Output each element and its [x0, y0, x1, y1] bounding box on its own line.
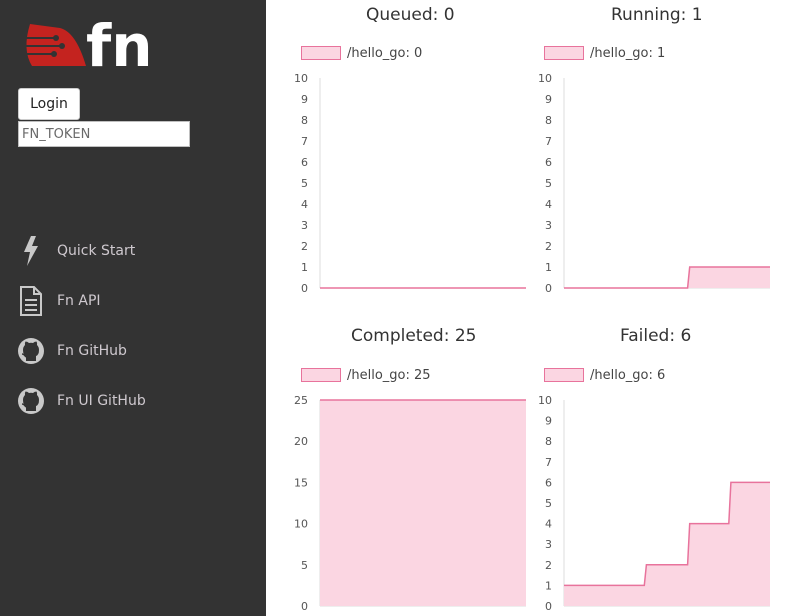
- chart-failed: 0 1 2 3 4 5 6 7 8 9 10: [538, 394, 770, 613]
- legend-swatch: [301, 368, 341, 382]
- chart-title-queued: Queued: 0: [366, 5, 455, 25]
- y-tick-label: 9: [545, 93, 552, 106]
- nav-label: Fn UI GitHub: [57, 393, 146, 409]
- y-tick-label: 9: [545, 415, 552, 428]
- lightning-icon: [16, 234, 46, 268]
- y-tick-label: 8: [545, 114, 552, 127]
- legend-swatch: [544, 46, 584, 60]
- chart-legend-running[interactable]: /hello_go: 1: [544, 45, 665, 61]
- y-tick-label: 2: [545, 559, 552, 572]
- logo-text: fn: [86, 14, 153, 70]
- login-button[interactable]: Login: [18, 88, 80, 120]
- series-area: [320, 400, 526, 606]
- legend-label: /hello_go: 6: [590, 367, 666, 383]
- sidebar: fn Login Quick Start Fn API: [0, 0, 266, 616]
- fn-logo-mark: [18, 24, 87, 66]
- y-tick-label: 2: [301, 240, 308, 253]
- chart-completed: 0 5 10 15 20 25: [294, 394, 526, 613]
- chart-legend-queued[interactable]: /hello_go: 0: [301, 45, 422, 61]
- github-icon: [16, 334, 46, 368]
- y-tick-label: 6: [545, 156, 552, 169]
- y-tick-label: 8: [301, 114, 308, 127]
- y-tick-label: 0: [301, 600, 308, 613]
- y-tick-label: 4: [545, 198, 552, 211]
- legend-label: /hello_go: 0: [347, 45, 423, 61]
- chart-legend-completed[interactable]: /hello_go: 25: [301, 367, 431, 383]
- y-tick-label: 5: [545, 497, 552, 510]
- chart-queued: 0 1 2 3 4 5 6 7 8 9 10: [294, 72, 526, 295]
- fn-logo[interactable]: fn: [16, 14, 156, 70]
- chart-running: 0 1 2 3 4 5 6 7 8 9 10: [538, 72, 770, 295]
- y-tick-label: 6: [301, 156, 308, 169]
- legend-label: /hello_go: 25: [347, 367, 431, 383]
- github-icon: [16, 384, 46, 418]
- y-tick-label: 2: [545, 240, 552, 253]
- y-tick-label: 15: [294, 476, 308, 489]
- y-tick-label: 9: [301, 93, 308, 106]
- y-tick-label: 7: [301, 135, 308, 148]
- y-tick-label: 20: [294, 435, 308, 448]
- legend-swatch: [301, 46, 341, 60]
- token-input[interactable]: [18, 121, 190, 147]
- nav-fn-api[interactable]: Fn API: [16, 281, 256, 321]
- nav-label: Fn GitHub: [57, 343, 127, 359]
- y-tick-label: 0: [545, 600, 552, 613]
- y-tick-label: 3: [545, 219, 552, 232]
- stats-panel: Queued: 0 /hello_go: 0 0 1 2 3 4 5 6 7 8 9 10 Runn…: [266, 0, 796, 616]
- y-tick-label: 5: [545, 177, 552, 190]
- nav-fn-ui-github[interactable]: Fn UI GitHub: [16, 381, 256, 421]
- y-tick-label: 0: [545, 282, 552, 295]
- nav-fn-github[interactable]: Fn GitHub: [16, 331, 256, 371]
- y-tick-label: 5: [301, 177, 308, 190]
- nav-quick-start[interactable]: Quick Start: [16, 231, 256, 271]
- y-tick-label: 1: [301, 261, 308, 274]
- y-tick-label: 10: [294, 72, 308, 85]
- nav-label: Fn API: [57, 293, 101, 309]
- y-tick-label: 0: [301, 282, 308, 295]
- y-tick-label: 5: [301, 559, 308, 572]
- document-icon: [16, 284, 46, 318]
- y-tick-label: 4: [301, 198, 308, 211]
- y-tick-label: 10: [538, 394, 552, 407]
- y-tick-label: 1: [545, 261, 552, 274]
- y-tick-label: 1: [545, 579, 552, 592]
- y-tick-label: 6: [545, 476, 552, 489]
- chart-title-failed: Failed: 6: [620, 326, 692, 346]
- legend-swatch: [544, 368, 584, 382]
- chart-legend-failed[interactable]: /hello_go: 6: [544, 367, 665, 383]
- y-tick-label: 7: [545, 135, 552, 148]
- y-tick-label: 4: [545, 518, 552, 531]
- legend-label: /hello_go: 1: [590, 45, 666, 61]
- series-area: [564, 482, 770, 606]
- y-tick-label: 7: [545, 456, 552, 469]
- y-tick-label: 8: [545, 435, 552, 448]
- y-tick-label: 10: [294, 518, 308, 531]
- y-tick-label: 3: [301, 219, 308, 232]
- series-area: [564, 267, 770, 288]
- nav-label: Quick Start: [57, 243, 136, 259]
- y-tick-label: 25: [294, 394, 308, 407]
- chart-title-running: Running: 1: [611, 5, 703, 25]
- chart-title-completed: Completed: 25: [351, 326, 477, 346]
- y-tick-label: 3: [545, 538, 552, 551]
- y-tick-label: 10: [538, 72, 552, 85]
